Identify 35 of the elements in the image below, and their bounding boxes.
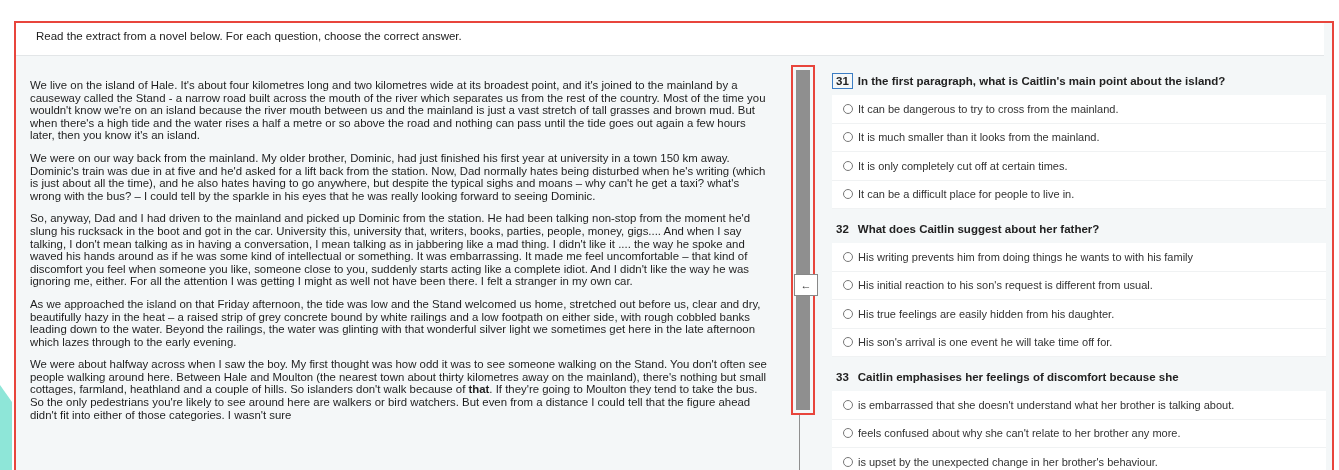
question-number: 32 bbox=[835, 222, 850, 237]
answer-option[interactable]: is upset by the unexpected change in her brother's behaviour. bbox=[832, 448, 1326, 470]
passage-paragraph: We were about halfway across when I saw the boy. My first thought was how odd it was to see someone walking on the Stand. You don't often see people walking around here. Between Hale and Moulton (the nearest town about thirty kilometres away on the mainland), there's nothing but small cottages, farmland, heathland and a couple of hills. So islanders don't walk because of that. If they're going to Moulton they tend to take the bus. So the only pedestrians you're likely to see around here are walkers or bird watchers. But even from a distance I could tell that the figure ahead didn't fit into either of those categories. I wasn't sure bbox=[30, 358, 768, 422]
question-number: 33 bbox=[835, 370, 850, 385]
passage-paragraph: As we approached the island on that Friday afternoon, the tide was low and the Stand welcomed us home, stretched out before us, clear and dry, beautifully hazy in the heat – a raised strip of grey concrete bound by white railings and a low footpath on either side, with rough cobbled banks leading down to the water. Beyond the railings, the water was glinting with that wonderful silver light we sometimes get here in the late afternoon which lazes through to the early evening. bbox=[30, 297, 762, 349]
radio-button[interactable] bbox=[843, 132, 853, 143]
answer-option[interactable]: It can be dangerous to try to cross from the mainland. bbox=[832, 95, 1326, 124]
answer-option[interactable]: It is only completely cut off at certain times. bbox=[832, 152, 1326, 181]
radio-button[interactable] bbox=[843, 428, 853, 439]
radio-button[interactable] bbox=[843, 280, 853, 291]
passage-paragraph: We live on the island of Hale. It's about four kilometres long and two kilometres wide at its broadest point, and it's joined to the mainland by a causeway called the Stand - a narrow road built across the mouth of the river which separates us from the rest of the country. Most of the time you wouldn't know we're on an island because the river mouth between us and the mainland is just a vast stretch of tall grasses and brown mud. But when there's a high tide and the water rises a half a metre or so above the road and nothing can pass until the tide goes out again a few hours later, then you know it's an island. bbox=[30, 79, 767, 142]
answer-option[interactable]: His son's arrival is one event he will take time off for. bbox=[832, 328, 1326, 357]
radio-button[interactable] bbox=[843, 308, 853, 319]
answer-option[interactable]: His true feelings are easily hidden from his daughter. bbox=[832, 300, 1326, 329]
radio-button[interactable] bbox=[843, 337, 853, 348]
question-number: 31 bbox=[832, 73, 853, 89]
radio-button[interactable] bbox=[843, 399, 853, 410]
answer-option[interactable]: It can be a difficult place for people to live in. bbox=[832, 180, 1326, 209]
answer-option[interactable]: is embarrassed that she doesn't understand what her brother is talking about. bbox=[832, 391, 1326, 420]
radio-button[interactable] bbox=[843, 251, 853, 262]
question-text: In the first paragraph, what is Caitlin's main point about the island? bbox=[857, 75, 1226, 87]
radio-button[interactable] bbox=[843, 189, 853, 200]
question-text: Caitlin emphasises her feelings of discomfort because she bbox=[857, 371, 1179, 383]
radio-button[interactable] bbox=[843, 456, 853, 467]
passage-paragraph: So, anyway, Dad and I had driven to the mainland and picked up Dominic from the station. He had been talking non-stop from the moment he'd slung his rucksack in the boot and got in the car. University this, university that, writers, books, parties, people, money, gigs.... And when I say talking, I don't mean talking as in having a conversation, I mean talking as in jabbering like a mad thing. I didn't like it .... the way he spoke and waved his hands around as if he was some kind of intellectual or something. It was embarrassing. It made me feel uncomfortable – that kind of discomfort you feel when someone you like, someone close to you, suddenly starts acting like a complete idiot. And I didn't like the way he was ignoring me, either. For all the attention I was getting I might as well not have been there. I felt a stranger in my own car. bbox=[30, 212, 751, 288]
radio-button[interactable] bbox=[843, 103, 853, 114]
answer-option[interactable]: It is much smaller than it looks from the mainland. bbox=[832, 123, 1326, 152]
answer-option[interactable]: feels confused about why she can't relate to her brother any more. bbox=[832, 419, 1326, 448]
radio-button[interactable] bbox=[843, 160, 853, 171]
instruction-text: Read the extract from a novel below. For each question, choose the correct answer. bbox=[16, 23, 1324, 56]
answer-option[interactable]: His writing prevents him from doing things he wants to with his family bbox=[832, 243, 1326, 272]
answer-option[interactable]: His initial reaction to his son's request is different from usual. bbox=[832, 271, 1326, 300]
collapse-button[interactable]: ← bbox=[794, 274, 818, 296]
question-text: What does Caitlin suggest about her father? bbox=[857, 223, 1100, 235]
passage-paragraph: We were on our way back from the mainland. My older brother, Dominic, had just finished his first year at university in a town 150 km away. Dominic's train was due in at five and he'd asked for a lift back from the station. Now, Dad normally hates being disturbed when he's writing (which is just about all the time), and he also hates having to go anywhere, but despite the typical sighs and moans – why can't he get a taxi? what's wrong with the bus? – I could tell by the sparkle in his eyes that he was really looking forward to seeing Dominic. bbox=[30, 151, 767, 203]
